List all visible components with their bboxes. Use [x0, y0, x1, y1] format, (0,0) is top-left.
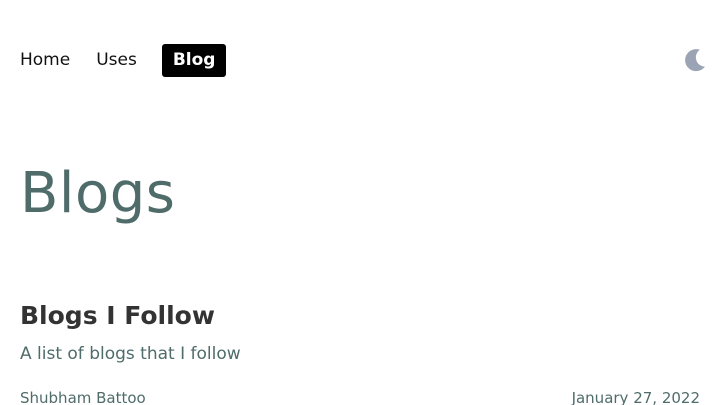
moon-icon — [685, 49, 705, 72]
main-navigation: Home Uses Blog — [20, 44, 252, 77]
page-title: Blogs — [20, 161, 176, 226]
blog-post-date: January 27, 2022 — [571, 389, 700, 405]
blog-post-description: A list of blogs that I follow — [20, 344, 241, 364]
blog-post-author[interactable]: Shubham Battoo — [20, 388, 146, 405]
blog-post-title[interactable]: Blogs I Follow — [20, 298, 700, 334]
nav-item-blog[interactable]: Blog — [161, 44, 227, 77]
nav-item-uses[interactable]: Uses — [96, 44, 137, 77]
nav-item-home[interactable]: Home — [20, 44, 70, 77]
theme-toggle-button[interactable] — [682, 47, 708, 73]
blog-post-card[interactable]: Blogs I Follow A list of blogs that I fo… — [20, 298, 700, 405]
blog-post-meta: Shubham Battoo January 27, 2022 — [20, 388, 700, 405]
blog-page: Home Uses Blog Blogs Blogs I Follow A li… — [0, 0, 720, 405]
